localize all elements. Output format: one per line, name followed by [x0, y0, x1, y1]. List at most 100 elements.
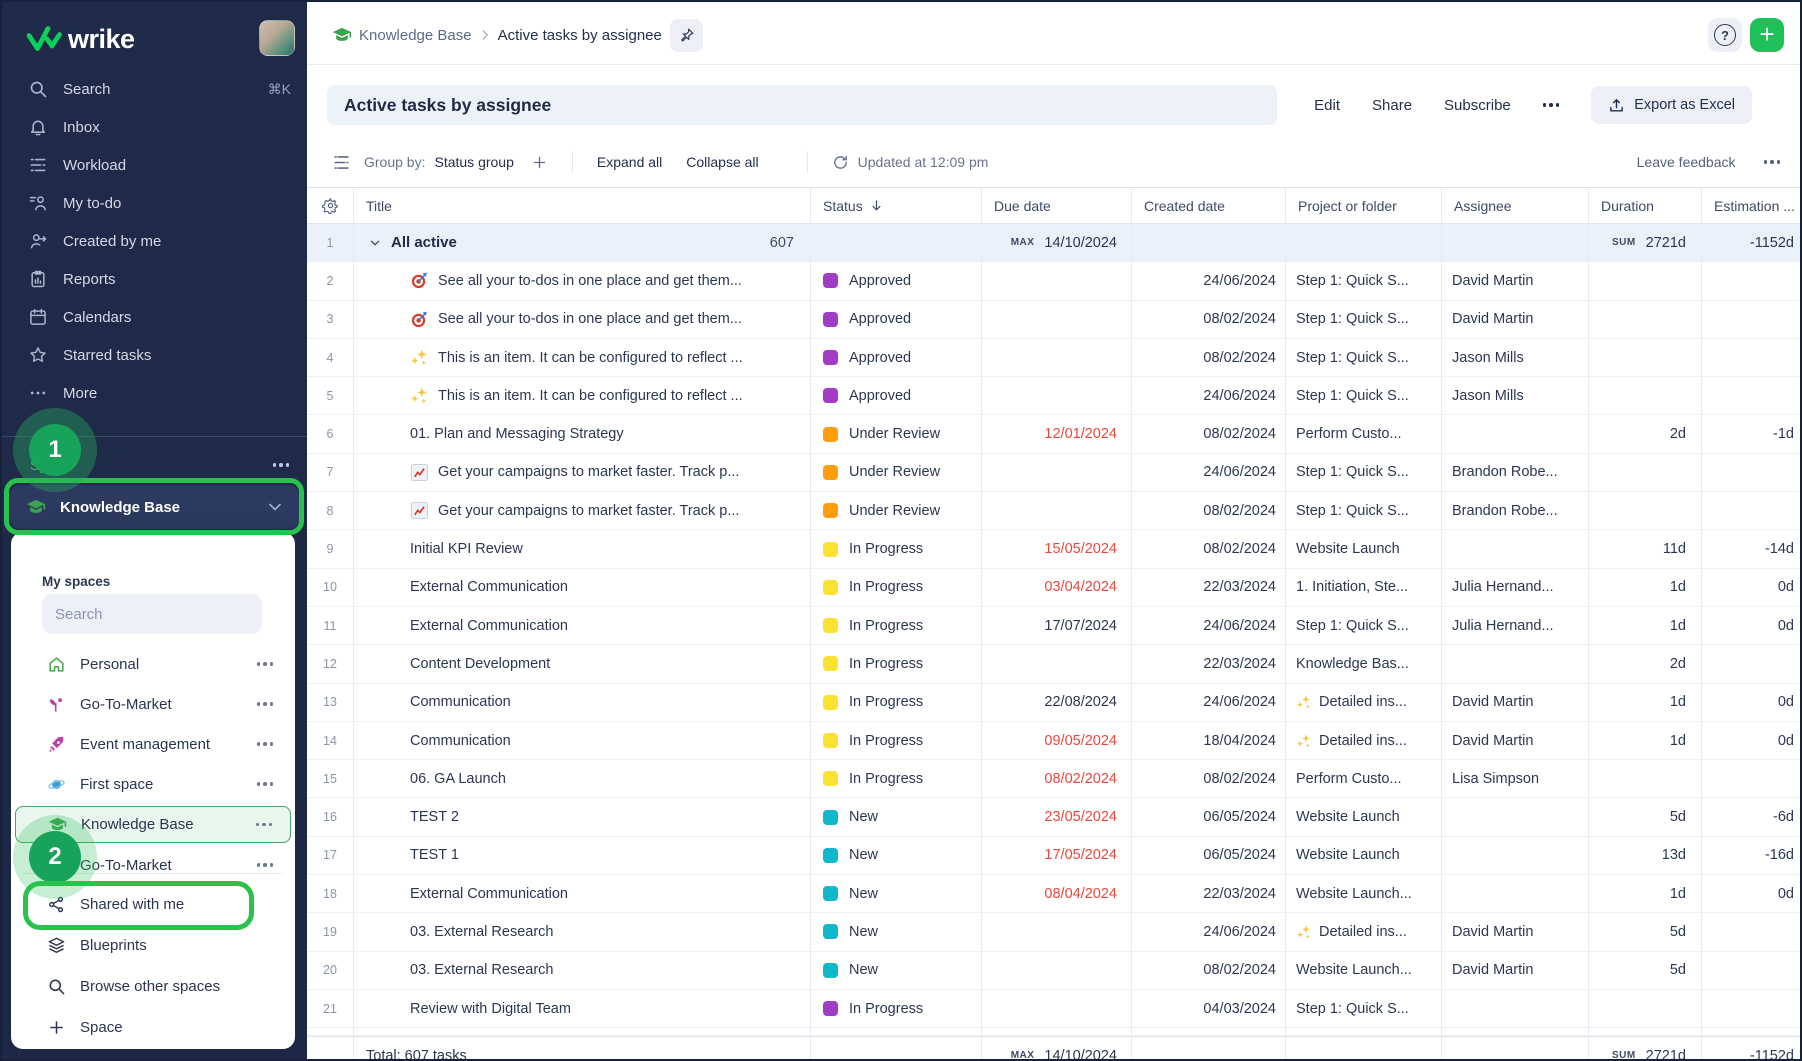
- column-header-created-date[interactable]: Created date: [1132, 188, 1286, 223]
- task-status-cell[interactable]: In Progress: [811, 684, 982, 721]
- task-status-cell[interactable]: New: [811, 798, 982, 835]
- task-status-cell[interactable]: New: [811, 913, 982, 950]
- assignee-cell[interactable]: Julia Hernand...: [1442, 569, 1589, 606]
- project-cell[interactable]: Step 1: Quick S...: [1286, 454, 1442, 491]
- sidebar-item-more[interactable]: More: [2, 374, 307, 412]
- table-row[interactable]: 5This is an item. It can be configured t…: [307, 377, 1800, 415]
- sidebar-item-inbox[interactable]: Inbox: [2, 108, 307, 146]
- duration-cell[interactable]: [1589, 454, 1702, 491]
- project-cell[interactable]: Website Launch...: [1286, 875, 1442, 912]
- space-item-more-icon[interactable]: [257, 782, 274, 786]
- task-title-cell[interactable]: 01. Plan and Messaging Strategy: [354, 415, 811, 452]
- table-row[interactable]: 10External CommunicationIn Progress03/04…: [307, 569, 1800, 607]
- task-title-cell[interactable]: Communication: [354, 684, 811, 721]
- task-title-cell[interactable]: This is an item. It can be configured to…: [354, 339, 811, 376]
- column-header-duration[interactable]: Duration: [1589, 188, 1702, 223]
- assignee-cell[interactable]: Julia Hernand...: [1442, 607, 1589, 644]
- created-date-cell[interactable]: 24/06/2024: [1132, 262, 1286, 299]
- report-title-input[interactable]: [327, 85, 1277, 125]
- expand-all-button[interactable]: Expand all: [597, 154, 662, 170]
- due-date-cell[interactable]: 17/07/2024: [982, 607, 1132, 644]
- estimation-cell[interactable]: [1702, 913, 1800, 950]
- group-by-value[interactable]: Status group: [434, 154, 513, 170]
- popup-item-browse-other-spaces[interactable]: Browse other spaces: [11, 966, 295, 1007]
- estimation-cell[interactable]: [1702, 492, 1800, 529]
- task-title-cell[interactable]: Get your campaigns to market faster. Tra…: [354, 492, 811, 529]
- duration-cell[interactable]: 2d: [1589, 415, 1702, 452]
- due-date-cell[interactable]: [982, 492, 1132, 529]
- assignee-cell[interactable]: [1442, 415, 1589, 452]
- duration-cell[interactable]: 1d: [1589, 875, 1702, 912]
- due-date-cell[interactable]: 12/01/2024: [982, 415, 1132, 452]
- task-status-cell[interactable]: In Progress: [811, 569, 982, 606]
- due-date-cell[interactable]: [982, 301, 1132, 338]
- table-row[interactable]: 3See all your to-dos in one place and ge…: [307, 301, 1800, 339]
- estimation-cell[interactable]: [1702, 952, 1800, 989]
- assignee-cell[interactable]: David Martin: [1442, 722, 1589, 759]
- created-date-cell[interactable]: 24/06/2024: [1132, 377, 1286, 414]
- duration-cell[interactable]: 1d: [1589, 722, 1702, 759]
- assignee-cell[interactable]: [1442, 990, 1589, 1027]
- assignee-cell[interactable]: David Martin: [1442, 913, 1589, 950]
- duration-cell[interactable]: 1d: [1589, 569, 1702, 606]
- due-date-cell[interactable]: [982, 990, 1132, 1027]
- collapse-all-button[interactable]: Collapse all: [686, 154, 758, 170]
- task-title-cell[interactable]: TEST 1: [354, 837, 811, 874]
- task-status-cell[interactable]: Approved: [811, 301, 982, 338]
- estimation-cell[interactable]: [1702, 760, 1800, 797]
- project-cell[interactable]: Step 1: Quick S...: [1286, 377, 1442, 414]
- due-date-cell[interactable]: [982, 454, 1132, 491]
- task-title-cell[interactable]: External Communication: [354, 607, 811, 644]
- project-cell[interactable]: Website Launch...: [1286, 952, 1442, 989]
- column-header-settings[interactable]: [307, 188, 354, 223]
- due-date-cell[interactable]: [982, 913, 1132, 950]
- space-item-first-space[interactable]: First space: [11, 764, 295, 804]
- assignee-cell[interactable]: Brandon Robe...: [1442, 492, 1589, 529]
- estimation-cell[interactable]: [1702, 339, 1800, 376]
- assignee-cell[interactable]: Brandon Robe...: [1442, 454, 1589, 491]
- created-date-cell[interactable]: 24/06/2024: [1132, 684, 1286, 721]
- table-row[interactable]: 17TEST 1New17/05/202406/05/2024Website L…: [307, 837, 1800, 875]
- due-date-cell[interactable]: 17/05/2024: [982, 837, 1132, 874]
- table-row[interactable]: 2See all your to-dos in one place and ge…: [307, 262, 1800, 300]
- created-date-cell[interactable]: 08/02/2024: [1132, 339, 1286, 376]
- project-cell[interactable]: 1. Initiation, Ste...: [1286, 569, 1442, 606]
- assignee-cell[interactable]: [1442, 530, 1589, 567]
- project-cell[interactable]: Detailed ins...: [1286, 913, 1442, 950]
- project-cell[interactable]: Step 1: Quick S...: [1286, 262, 1442, 299]
- column-header-assignee[interactable]: Assignee: [1442, 188, 1589, 223]
- assignee-cell[interactable]: [1442, 645, 1589, 682]
- task-title-cell[interactable]: See all your to-dos in one place and get…: [354, 301, 811, 338]
- sidebar-item-my-to-do[interactable]: My to-do: [2, 184, 307, 222]
- task-status-cell[interactable]: Approved: [811, 339, 982, 376]
- assignee-cell[interactable]: [1442, 875, 1589, 912]
- duration-cell[interactable]: [1589, 377, 1702, 414]
- project-cell[interactable]: Step 1: Quick S...: [1286, 301, 1442, 338]
- task-status-cell[interactable]: New: [811, 875, 982, 912]
- task-title-cell[interactable]: 03. External Research: [354, 952, 811, 989]
- project-cell[interactable]: Detailed ins...: [1286, 684, 1442, 721]
- duration-cell[interactable]: 1d: [1589, 684, 1702, 721]
- sidebar-item-search[interactable]: Search⌘K: [2, 70, 307, 108]
- task-title-cell[interactable]: External Communication: [354, 875, 811, 912]
- duration-cell[interactable]: [1589, 339, 1702, 376]
- task-title-cell[interactable]: See all your to-dos in one place and get…: [354, 262, 811, 299]
- table-row[interactable]: 2003. External ResearchNew08/02/2024Webs…: [307, 952, 1800, 990]
- space-item-more-icon[interactable]: [256, 823, 273, 827]
- user-avatar[interactable]: [259, 20, 295, 56]
- chevron-down-icon[interactable]: [368, 236, 382, 250]
- duration-cell[interactable]: [1589, 262, 1702, 299]
- table-row[interactable]: 9Initial KPI ReviewIn Progress15/05/2024…: [307, 530, 1800, 568]
- sidebar-item-calendars[interactable]: Calendars: [2, 298, 307, 336]
- created-date-cell[interactable]: 08/02/2024: [1132, 301, 1286, 338]
- due-date-cell[interactable]: [982, 952, 1132, 989]
- project-cell[interactable]: Website Launch: [1286, 837, 1442, 874]
- table-row[interactable]: 18External CommunicationNew08/04/202422/…: [307, 875, 1800, 913]
- task-title-cell[interactable]: 03. External Research: [354, 913, 811, 950]
- task-title-cell[interactable]: TEST 2: [354, 798, 811, 835]
- task-title-cell[interactable]: Communication: [354, 722, 811, 759]
- created-date-cell[interactable]: 08/02/2024: [1132, 760, 1286, 797]
- table-row[interactable]: 16TEST 2New23/05/202406/05/2024Website L…: [307, 798, 1800, 836]
- estimation-cell[interactable]: [1702, 645, 1800, 682]
- sidebar-item-workload[interactable]: Workload: [2, 146, 307, 184]
